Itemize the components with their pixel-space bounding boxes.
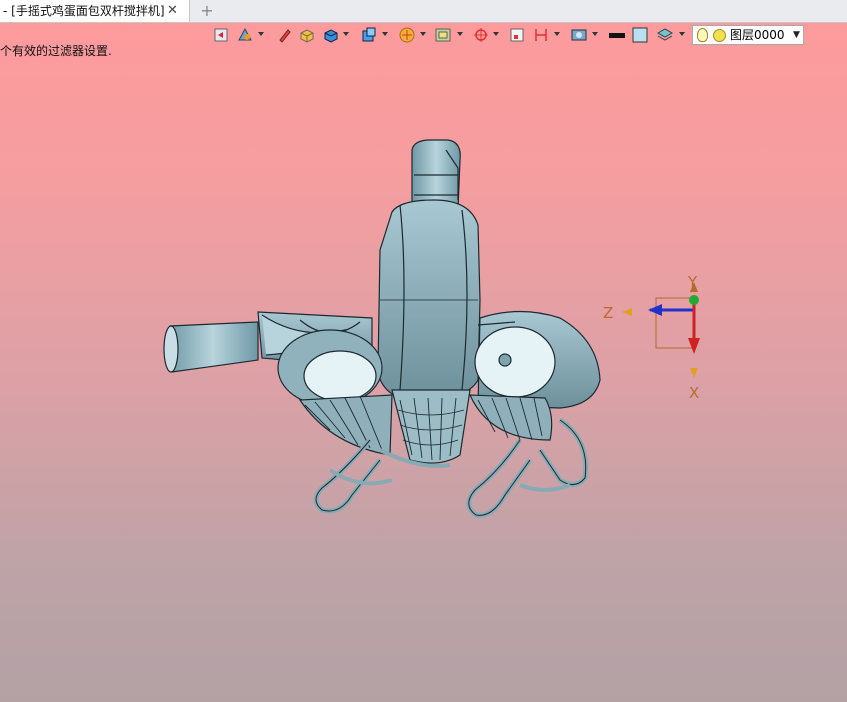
axis-x-label: X xyxy=(689,384,699,402)
model-viewport[interactable]: Y Z X xyxy=(0,0,847,702)
axis-y-label: Y xyxy=(687,273,698,291)
axis-z-label: Z xyxy=(603,304,613,322)
axis-triad[interactable]: Y Z X xyxy=(603,273,700,402)
mixer-model[interactable] xyxy=(163,139,601,518)
